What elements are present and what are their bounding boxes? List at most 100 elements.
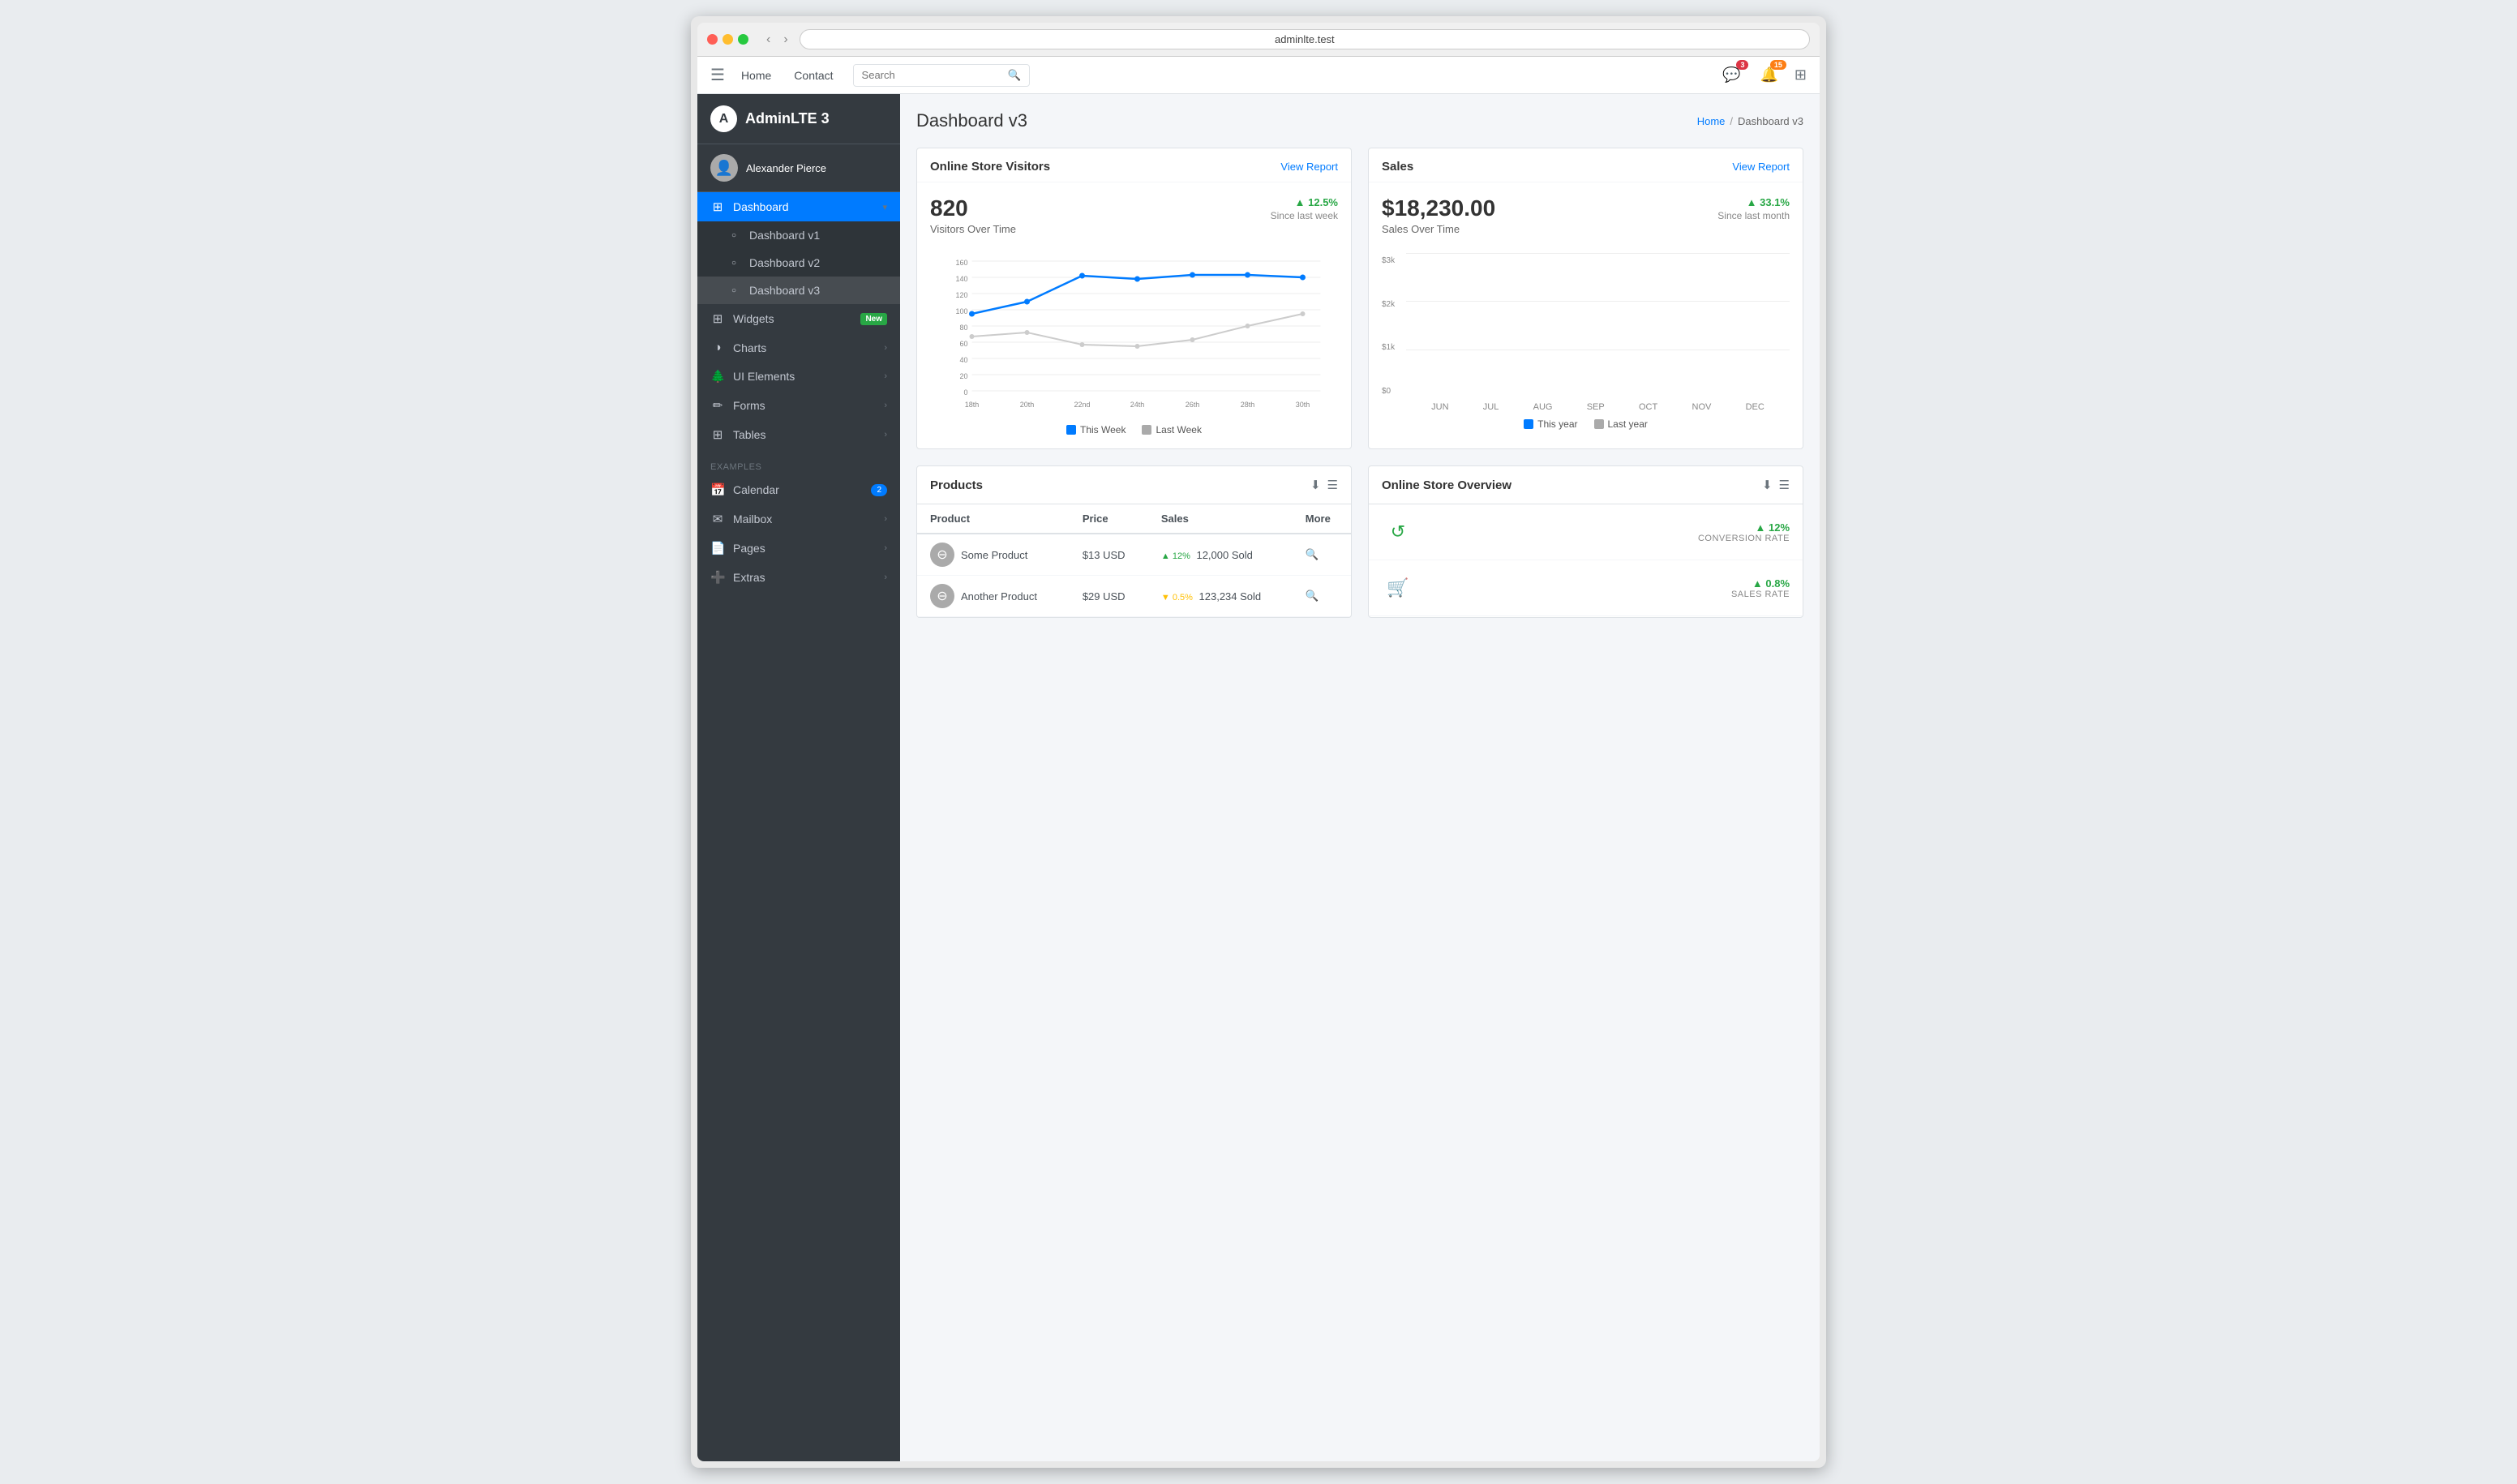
svg-text:18th: 18th (965, 401, 980, 409)
sidebar-item-label: Charts (733, 341, 876, 354)
dashboard-icon: ⊞ (710, 199, 725, 214)
overview-card: Online Store Overview ⬇ ☰ ↺ ▲ 12% CONVER… (1368, 465, 1803, 618)
product-price: $29 USD (1070, 576, 1148, 617)
card-tools: ⬇ ☰ (1310, 478, 1338, 492)
sales-view-report-link[interactable]: View Report (1732, 161, 1790, 173)
visitors-card-title: Online Store Visitors (930, 160, 1050, 174)
table-header-row: Product Price Sales More (917, 504, 1351, 534)
legend-last-week: Last Week (1142, 424, 1201, 435)
sales-stat: $18,230.00 Sales Over Time (1382, 195, 1495, 235)
sales-card-header: Sales View Report (1369, 148, 1803, 182)
sales-since: Since last month (1717, 210, 1790, 221)
sales-rate-row: 🛒 ▲ 0.8% SALES RATE (1369, 560, 1803, 616)
messages-button[interactable]: 💬 3 (1719, 63, 1743, 87)
circle-icon: ○ (727, 259, 741, 268)
tree-icon: 🌲 (710, 369, 725, 384)
grid-line (1406, 301, 1790, 302)
product-avatar: ⊖ (930, 543, 954, 567)
sales-card-title: Sales (1382, 160, 1413, 174)
sales-up-icon: ▲ 12% (1161, 551, 1190, 561)
sidebar-item-ui-elements[interactable]: 🌲 UI Elements › (697, 362, 900, 391)
download-button[interactable]: ⬇ (1310, 478, 1321, 492)
circle-icon: ○ (727, 231, 741, 240)
breadcrumb-home[interactable]: Home (1697, 115, 1726, 127)
sidebar-item-extras[interactable]: ➕ Extras › (697, 563, 900, 592)
sidebar-item-widgets[interactable]: ⊞ Widgets New (697, 304, 900, 333)
product-search-button[interactable]: 🔍 (1306, 590, 1319, 603)
nav-home-link[interactable]: Home (735, 66, 778, 85)
sidebar-item-label: Calendar (733, 483, 863, 496)
month-label: JUN (1431, 402, 1448, 412)
address-bar[interactable]: adminlte.test (800, 29, 1810, 49)
legend-dot-gray (1142, 425, 1151, 435)
product-cell: ⊖ Some Product (917, 534, 1070, 576)
sidebar-item-calendar[interactable]: 📅 Calendar 2 (697, 475, 900, 504)
grid-line (1406, 253, 1790, 254)
table-row: ⊖ Some Product $13 USD ▲ 12% 12,000 Sold (917, 534, 1351, 576)
visitors-view-report-link[interactable]: View Report (1280, 161, 1338, 173)
svg-text:22nd: 22nd (1074, 401, 1090, 409)
visitors-badge: ▲ 12.5% Since last week (1271, 195, 1338, 221)
chevron-right-icon: › (884, 514, 887, 524)
conversion-label: CONVERSION RATE (1698, 534, 1790, 543)
sidebar-item-tables[interactable]: ⊞ Tables › (697, 420, 900, 449)
sidebar-item-dashboard[interactable]: ⊞ Dashboard ▾ (697, 192, 900, 221)
menu-button[interactable]: ☰ (1327, 478, 1338, 492)
refresh-icon: ↺ (1382, 516, 1414, 548)
sidebar-item-mailbox[interactable]: ✉ Mailbox › (697, 504, 900, 534)
close-dot[interactable] (707, 34, 718, 45)
widgets-icon: ⊞ (710, 311, 725, 326)
svg-text:0: 0 (963, 388, 967, 397)
visitors-stat: 820 Visitors Over Time (930, 195, 1016, 235)
visitors-number: 820 (930, 195, 1016, 221)
examples-section-label: EXAMPLES (697, 456, 900, 475)
svg-text:20th: 20th (1020, 401, 1035, 409)
pages-icon: 📄 (710, 541, 725, 555)
back-button[interactable]: ‹ (761, 31, 775, 49)
product-search-button[interactable]: 🔍 (1306, 548, 1319, 561)
col-price: Price (1070, 504, 1148, 534)
products-card-title: Products (930, 478, 983, 492)
menu-button[interactable]: ☰ (1779, 478, 1790, 492)
overview-card-title: Online Store Overview (1382, 478, 1511, 492)
visitors-chart-legend: This Week Last Week (930, 424, 1338, 435)
visitors-chart: 0 20 40 60 80 100 120 140 160 (930, 253, 1338, 418)
grid-menu-button[interactable]: ⊞ (1794, 66, 1807, 84)
nav-contact-link[interactable]: Contact (787, 66, 839, 85)
product-more[interactable]: 🔍 (1293, 534, 1351, 576)
download-button[interactable]: ⬇ (1762, 478, 1773, 492)
search-button[interactable]: 🔍 (1000, 65, 1030, 86)
sidebar-item-label: Extras (733, 571, 876, 584)
chevron-right-icon: › (884, 343, 887, 353)
sidebar-item-dashboard-v1[interactable]: ○ Dashboard v1 (697, 221, 900, 249)
dashboard-grid: Online Store Visitors View Report 820 Vi… (916, 148, 1803, 618)
svg-text:28th: 28th (1241, 401, 1255, 409)
product-name: Some Product (961, 549, 1027, 561)
fullscreen-dot[interactable] (738, 34, 748, 45)
notifications-button[interactable]: 🔔 15 (1756, 63, 1781, 87)
search-input[interactable] (854, 65, 1000, 85)
forward-button[interactable]: › (778, 31, 792, 49)
visitors-pct: ▲ 12.5% (1295, 196, 1338, 208)
visitors-label: Visitors Over Time (930, 223, 1016, 235)
col-more: More (1293, 504, 1351, 534)
svg-text:30th: 30th (1296, 401, 1310, 409)
sidebar-item-dashboard-v2[interactable]: ○ Dashboard v2 (697, 249, 900, 277)
line-chart-svg: 0 20 40 60 80 100 120 140 160 (930, 253, 1338, 415)
svg-text:40: 40 (959, 356, 967, 364)
sales-card-body: $18,230.00 Sales Over Time ▲ 33.1% Since… (1369, 182, 1803, 443)
products-card-header: Products ⬇ ☰ (917, 466, 1351, 504)
breadcrumb-separator: / (1730, 115, 1733, 127)
sidebar-item-forms[interactable]: ✏ Forms › (697, 391, 900, 420)
visitors-header-row: 820 Visitors Over Time ▲ 12.5% Since las… (930, 195, 1338, 245)
sidebar-item-charts[interactable]: ◑ Charts › (697, 333, 900, 362)
sidebar-item-dashboard-v3[interactable]: ○ Dashboard v3 (697, 277, 900, 304)
product-more[interactable]: 🔍 (1293, 576, 1351, 617)
sales-rate-stat: ▲ 0.8% SALES RATE (1731, 577, 1790, 599)
card-tools: ⬇ ☰ (1762, 478, 1790, 492)
minimize-dot[interactable] (723, 34, 733, 45)
chevron-right-icon: › (884, 543, 887, 553)
notifications-badge: 15 (1770, 60, 1786, 70)
sidebar-toggle[interactable]: ☰ (710, 65, 725, 85)
sidebar-item-pages[interactable]: 📄 Pages › (697, 534, 900, 563)
